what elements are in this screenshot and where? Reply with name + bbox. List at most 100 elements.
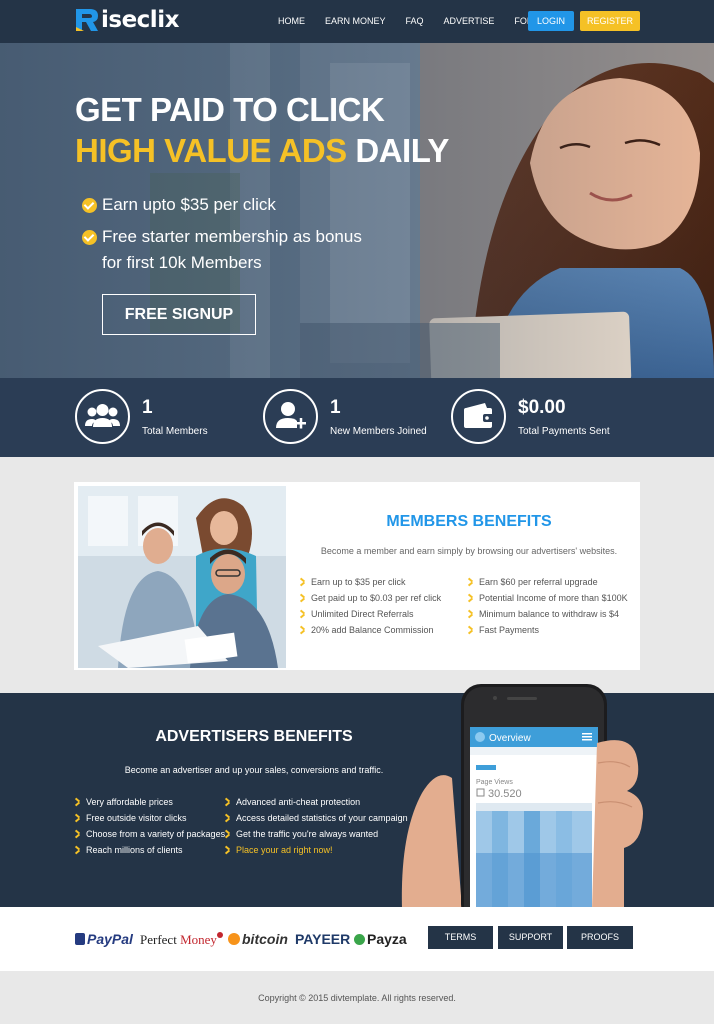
benefit-text: Get the traffic you're always wanted: [236, 829, 379, 839]
nav-links: HOME EARN MONEY FAQ ADVERTISE FORUM: [278, 11, 567, 31]
hero-headline-line1: GET PAID TO CLICK: [75, 91, 385, 128]
paypal-icon: [75, 933, 85, 945]
hero-section: GET PAID TO CLICK HIGH VALUE ADS DAILY E…: [0, 43, 714, 378]
nav-faq[interactable]: FAQ: [406, 11, 424, 31]
list-item: Access detailed statistics of your campa…: [225, 810, 408, 826]
benefit-text: Very affordable prices: [86, 797, 173, 807]
payeer-logo: PAYEER: [295, 931, 350, 947]
group-icon: [75, 389, 130, 444]
stat-total-members-label: Total Members: [142, 426, 208, 437]
payments-footer: PayPal Perfect Money bitcoin PAYEER Payz…: [0, 907, 714, 971]
top-navbar: iseclix HOME EARN MONEY FAQ ADVERTISE FO…: [0, 0, 714, 43]
phone-page-views-value: 30.520: [488, 788, 522, 800]
advertisers-benefits-list-left: Very affordable prices Free outside visi…: [75, 794, 225, 858]
benefit-text: Free outside visitor clicks: [86, 813, 187, 823]
members-benefits-title: MEMBERS BENEFITS: [386, 513, 552, 530]
hero-bullet-text-2: Free starter membership as bonus: [102, 227, 362, 246]
paypal-text: PayPal: [87, 931, 133, 947]
perfect-money-badge-icon: [216, 932, 223, 938]
advertisers-benefits-list-right: Advanced anti-cheat protection Access de…: [225, 794, 408, 858]
stats-bar: 1 Total Members 1 New Members Joined $0.…: [0, 378, 714, 457]
benefit-text: 20% add Balance Commission: [311, 625, 434, 635]
hero-bullet-2: Free starter membership as bonus for fir…: [82, 227, 362, 276]
stat-total-members-value: 1: [142, 397, 153, 418]
proofs-button[interactable]: PROOFS: [567, 926, 633, 949]
logo-text: iseclix: [101, 7, 179, 33]
members-benefits-list-right: Earn $60 per referral upgrade Potential …: [468, 574, 628, 638]
list-item: Very affordable prices: [75, 794, 225, 810]
login-button[interactable]: LOGIN: [528, 11, 574, 31]
support-button[interactable]: SUPPORT: [498, 926, 563, 949]
list-item: Get the traffic you're always wanted: [225, 826, 408, 842]
bitcoin-logo: bitcoin: [228, 931, 288, 947]
place-ad-link[interactable]: Place your ad right now!: [236, 842, 333, 858]
phone-overview-title: Overview: [489, 733, 531, 744]
chevron-right-icon: [225, 798, 231, 806]
list-item[interactable]: Place your ad right now!: [225, 842, 408, 858]
bitcoin-icon: [228, 933, 240, 945]
register-button[interactable]: REGISTER: [580, 11, 640, 31]
list-item: Free outside visitor clicks: [75, 810, 225, 826]
chevron-right-icon: [75, 814, 81, 822]
members-benefits-list-left: Earn up to $35 per click Get paid up to …: [300, 574, 441, 638]
chevron-right-icon: [300, 578, 306, 586]
chevron-right-icon: [468, 594, 474, 602]
phone-page-views-label: Page Views: [476, 779, 513, 786]
payza-icon: [354, 934, 365, 945]
paypal-logo: PayPal: [75, 931, 133, 947]
benefit-text: Earn up to $35 per click: [311, 577, 406, 587]
hero-bullet-text-3: for first 10k Members: [102, 253, 262, 272]
wallet-icon: [451, 389, 506, 444]
perfect-money-text-2: Money: [180, 932, 217, 947]
list-item: Unlimited Direct Referrals: [300, 606, 441, 622]
nav-earn-money[interactable]: EARN MONEY: [325, 11, 386, 31]
benefit-text: Choose from a variety of packages: [86, 829, 226, 839]
chevron-right-icon: [75, 830, 81, 838]
copyright-text: Copyright © 2015 divtemplate. All rights…: [258, 993, 456, 1003]
benefit-text: Fast Payments: [479, 625, 540, 635]
benefit-text: Reach millions of clients: [86, 845, 183, 855]
free-signup-button[interactable]: FREE SIGNUP: [102, 294, 256, 335]
stat-payments-label: Total Payments Sent: [518, 426, 610, 437]
benefit-text: Advanced anti-cheat protection: [236, 797, 361, 807]
members-benefits-card: MEMBERS BENEFITS Become a member and ear…: [74, 482, 640, 670]
hero-headline-line2: HIGH VALUE ADS DAILY: [75, 132, 449, 170]
terms-button[interactable]: TERMS: [428, 926, 493, 949]
chevron-right-icon: [225, 846, 231, 854]
hero-headline-rest: DAILY: [346, 132, 449, 169]
chevron-right-icon: [468, 626, 474, 634]
stat-new-members-value: 1: [330, 397, 341, 418]
list-item: Minimum balance to withdraw is $4: [468, 606, 628, 622]
perfect-money-logo: Perfect Money: [140, 932, 223, 948]
chevron-right-icon: [300, 610, 306, 618]
list-item: Reach millions of clients: [75, 842, 225, 858]
stat-payments-value: $0.00: [518, 397, 566, 418]
chevron-right-icon: [468, 610, 474, 618]
benefit-text: Unlimited Direct Referrals: [311, 609, 414, 619]
nav-advertise[interactable]: ADVERTISE: [444, 11, 495, 31]
chevron-right-icon: [300, 626, 306, 634]
logo[interactable]: iseclix: [74, 6, 179, 34]
phone-in-hand-image: Overview Page Views 30.520: [392, 683, 652, 909]
payeer-text: PAYEER: [295, 931, 351, 947]
chevron-right-icon: [75, 846, 81, 854]
list-item: Earn up to $35 per click: [300, 574, 441, 590]
nav-home[interactable]: HOME: [278, 11, 305, 31]
list-item: 20% add Balance Commission: [300, 622, 441, 638]
phone-heatmap: [476, 811, 592, 909]
payza-logo: Payza: [354, 931, 407, 947]
chevron-right-icon: [75, 798, 81, 806]
benefit-text: Access detailed statistics of your campa…: [236, 813, 408, 823]
list-item: Get paid up to $0.03 per ref click: [300, 590, 441, 606]
members-benefits-subtitle: Become a member and earn simply by brows…: [320, 546, 618, 556]
logo-mark-icon: [74, 7, 100, 33]
check-icon: [82, 198, 97, 213]
hero-headline-highlight: HIGH VALUE ADS: [75, 132, 347, 169]
benefit-text: Potential Income of more than $100K: [479, 593, 628, 603]
chevron-right-icon: [225, 830, 231, 838]
benefit-text: Earn $60 per referral upgrade: [479, 577, 598, 587]
perfect-money-text-1: Perfect: [140, 932, 177, 947]
chevron-right-icon: [225, 814, 231, 822]
list-item: Earn $60 per referral upgrade: [468, 574, 628, 590]
chevron-right-icon: [468, 578, 474, 586]
